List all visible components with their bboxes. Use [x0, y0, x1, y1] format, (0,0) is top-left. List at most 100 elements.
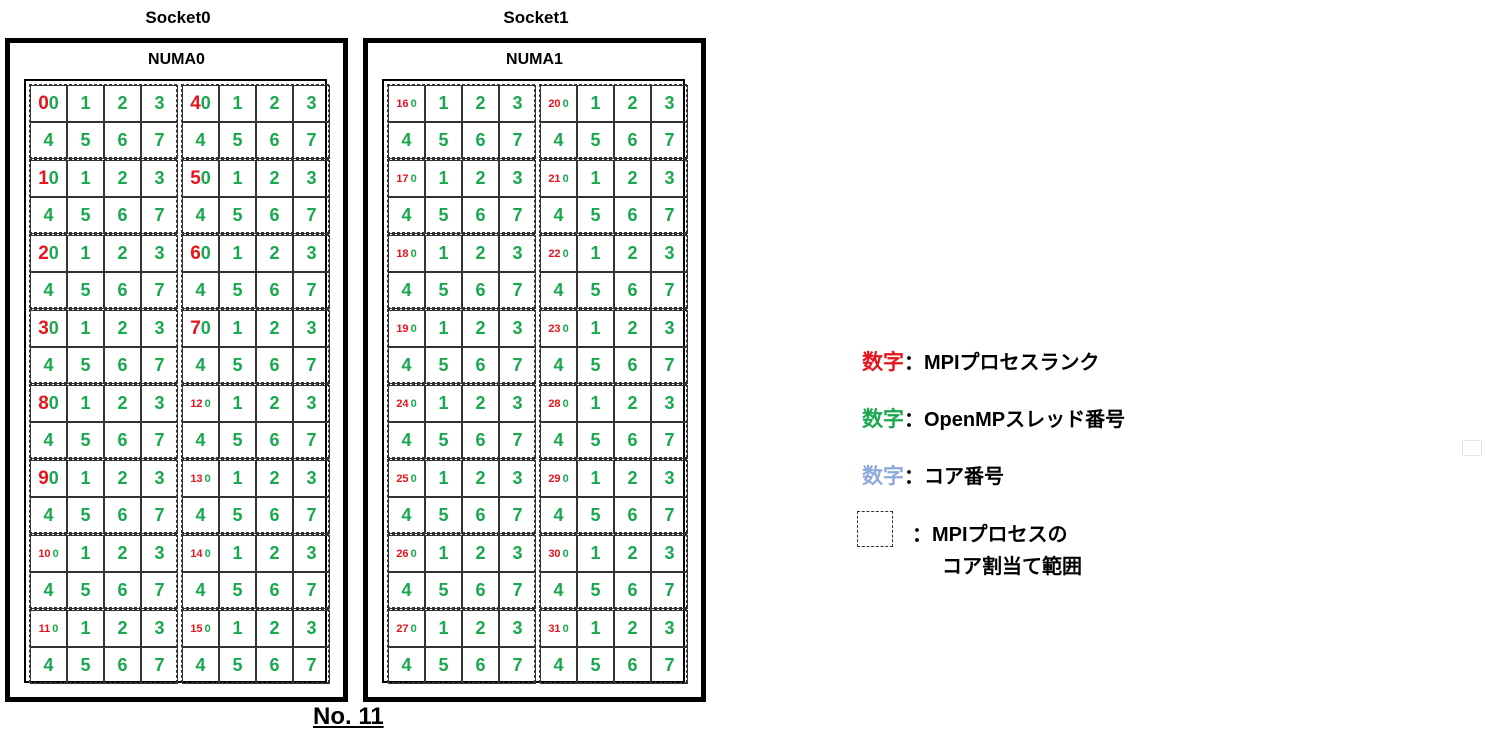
- thread-cell: 6: [256, 422, 293, 459]
- thread-cell: 21 0: [540, 160, 577, 197]
- rank-number: 29: [548, 472, 561, 485]
- thread-cell: 1: [67, 310, 104, 347]
- rank-number: 30: [548, 547, 561, 560]
- legend-thread-text: ：OpenMPスレッド番号: [904, 409, 1126, 431]
- thread-cell: 6: [256, 572, 293, 609]
- thread-cell: 2: [104, 460, 141, 497]
- thread-cell: 28 0: [540, 385, 577, 422]
- thread-cell: 1: [425, 610, 462, 647]
- thread-cell: 2: [256, 385, 293, 422]
- thread-cell: 2: [462, 610, 499, 647]
- thread-cell: 27 0: [388, 610, 425, 647]
- thread-cell: 5: [577, 122, 614, 159]
- numa1-title: NUMA1: [506, 51, 563, 68]
- thread-cell: 3: [499, 610, 536, 647]
- rank-number: 11: [38, 622, 51, 635]
- rank-number: 8: [38, 392, 49, 414]
- thread-cell: 2: [462, 235, 499, 272]
- thread-cell: 7: [651, 347, 688, 384]
- thread-cell: 7: [293, 122, 330, 159]
- thread-cell: 2: [256, 235, 293, 272]
- thread-cell: 3: [499, 310, 536, 347]
- thread-cell: 6: [462, 347, 499, 384]
- rank-number: 25: [396, 472, 409, 485]
- thread-cell: 23 0: [540, 310, 577, 347]
- thread-cell: 3: [141, 310, 178, 347]
- thread-cell: 5: [219, 272, 256, 309]
- legend-range-line2: コア割当て範囲: [942, 556, 1082, 578]
- thread-cell: 5: [577, 647, 614, 684]
- thread-cell: 5: [67, 572, 104, 609]
- thread-cell: 5: [67, 272, 104, 309]
- thread-cell: 10 0: [30, 535, 67, 572]
- thread-cell: 5: [219, 197, 256, 234]
- thread-cell: 4: [182, 272, 219, 309]
- thread-cell: 3: [293, 610, 330, 647]
- thread-number: 0: [562, 172, 569, 185]
- thread-cell: 4: [540, 347, 577, 384]
- thread-cell: 5: [577, 422, 614, 459]
- rank-block: 31 0 1 2 3 4 5 6 7: [539, 609, 688, 684]
- thread-cell: 4: [540, 272, 577, 309]
- thread-cell: 7: [293, 572, 330, 609]
- thread-cell: 4: [540, 497, 577, 534]
- thread-cell: 6: [104, 272, 141, 309]
- thread-cell: 2: [104, 610, 141, 647]
- thread-cell: 3: [499, 160, 536, 197]
- thread-cell: 2: [462, 160, 499, 197]
- thread-cell: 2: [256, 460, 293, 497]
- thread-number: 0: [204, 472, 211, 485]
- thread-cell: 5: [219, 497, 256, 534]
- rank-block: 80123 4567: [29, 384, 178, 459]
- thread-cell: 2: [614, 535, 651, 572]
- thread-cell: 7: [499, 572, 536, 609]
- thread-cell: 12 0: [182, 385, 219, 422]
- thread-cell: 6: [256, 647, 293, 684]
- rank-number: 7: [190, 317, 201, 339]
- thread-cell: 7: [141, 197, 178, 234]
- thread-cell: 2: [462, 535, 499, 572]
- rank-number: 3: [38, 317, 49, 339]
- thread-cell: 3: [651, 535, 688, 572]
- thread-number: 0: [562, 547, 569, 560]
- thread-cell: 6: [256, 497, 293, 534]
- thread-cell: 6: [104, 497, 141, 534]
- rank-block: 701234567: [181, 309, 330, 384]
- thread-cell: 20: [30, 235, 67, 272]
- thread-cell: 5: [425, 422, 462, 459]
- thread-cell: 1: [577, 610, 614, 647]
- thread-cell: 3: [499, 535, 536, 572]
- thread-cell: 5: [425, 497, 462, 534]
- rank-block: 26 0 1 2 3 4 5 6 7: [387, 534, 536, 609]
- thread-cell: 7: [141, 572, 178, 609]
- thread-cell: 3: [651, 235, 688, 272]
- thread-cell: 6: [462, 122, 499, 159]
- rank-block: 90123 4567: [29, 459, 178, 534]
- thread-cell: 17 0: [388, 160, 425, 197]
- thread-cell: 5: [577, 272, 614, 309]
- thread-number: 0: [204, 622, 211, 635]
- thread-number: 0: [48, 93, 59, 113]
- thread-cell: 6: [614, 572, 651, 609]
- thread-cell: 1: [67, 385, 104, 422]
- thread-cell: 4: [388, 497, 425, 534]
- legend-thread: 数字：OpenMPスレッド番号: [862, 403, 1125, 433]
- thread-number: 0: [200, 318, 211, 338]
- thread-cell: 7: [499, 647, 536, 684]
- rank-number: 24: [396, 397, 409, 410]
- thread-cell: 4: [540, 647, 577, 684]
- thread-cell: 2: [104, 160, 141, 197]
- thread-cell: 7: [651, 572, 688, 609]
- rank-number: 17: [396, 172, 409, 185]
- thread-cell: 4: [182, 572, 219, 609]
- thread-cell: 1: [577, 85, 614, 122]
- thread-cell: 3: [293, 535, 330, 572]
- thread-cell: 4: [388, 272, 425, 309]
- small-box-icon: [1462, 440, 1482, 456]
- thread-cell: 6: [256, 347, 293, 384]
- thread-number: 0: [52, 622, 59, 635]
- thread-cell: 6: [462, 422, 499, 459]
- thread-cell: 7: [499, 122, 536, 159]
- rank-number: 4: [190, 92, 201, 114]
- thread-cell: 15 0: [182, 610, 219, 647]
